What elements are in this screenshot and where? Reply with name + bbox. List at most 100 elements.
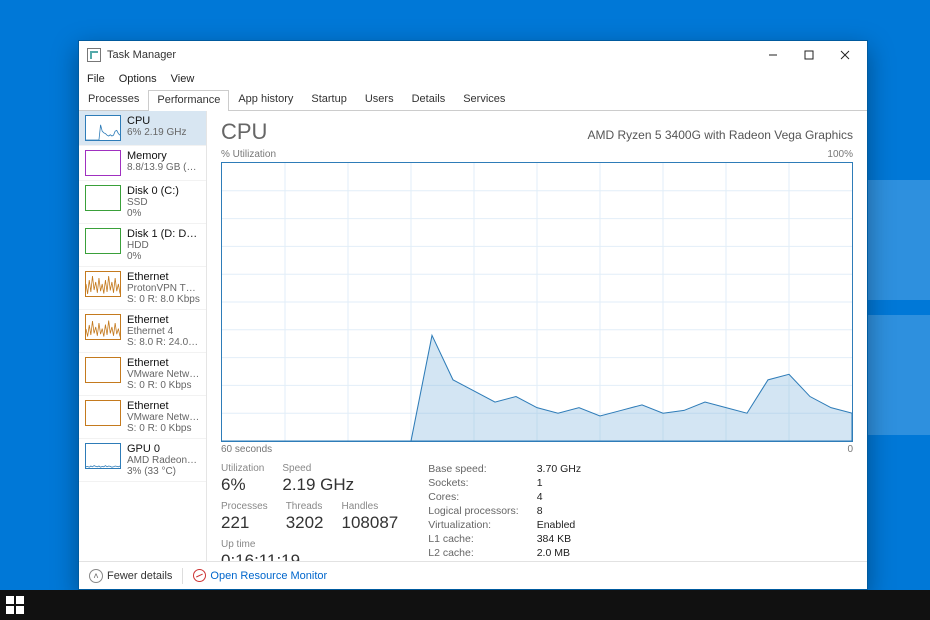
chevron-up-icon: ˄	[89, 569, 103, 583]
info-value: 2.0 MB	[537, 547, 581, 559]
start-button[interactable]	[6, 596, 24, 614]
tab-services[interactable]: Services	[454, 89, 514, 110]
tab-users[interactable]: Users	[356, 89, 403, 110]
info-value: 1	[537, 477, 581, 489]
uptime-label: Up time	[221, 539, 300, 550]
titlebar[interactable]: Task Manager	[79, 41, 867, 69]
x-axis-left: 60 seconds	[221, 444, 272, 455]
tab-app-history[interactable]: App history	[229, 89, 302, 110]
sidebar-item-sub: S: 0 R: 8.0 Kbps	[127, 294, 200, 305]
processes-value: 221	[221, 513, 268, 533]
thumbnail	[85, 228, 121, 254]
sidebar-item-gpu-0[interactable]: GPU 0AMD Radeon(TM) ...3% (33 °C)	[79, 439, 206, 482]
sidebar-item-disk-1-d-d-d-[interactable]: Disk 1 (D: D: D:)HDD0%	[79, 224, 206, 267]
device-name: AMD Ryzen 5 3400G with Radeon Vega Graph…	[588, 128, 853, 142]
open-resource-monitor-link[interactable]: Open Resource Monitor	[193, 569, 327, 582]
sidebar-item-sub: S: 0 R: 0 Kbps	[127, 423, 200, 434]
sidebar-item-sub: HDD	[127, 240, 200, 251]
maximize-button[interactable]	[791, 43, 827, 67]
thumbnail	[85, 271, 121, 297]
close-button[interactable]	[827, 43, 863, 67]
menu-options[interactable]: Options	[119, 73, 157, 85]
menu-file[interactable]: File	[87, 73, 105, 85]
sidebar-item-sub: 6% 2.19 GHz	[127, 127, 186, 138]
info-value: 384 KB	[537, 533, 581, 545]
sidebar[interactable]: CPU6% 2.19 GHzMemory8.8/13.9 GB (63%)Dis…	[79, 111, 207, 561]
tab-processes[interactable]: Processes	[79, 89, 148, 110]
menu-view[interactable]: View	[171, 73, 195, 85]
info-value: 3.70 GHz	[537, 463, 581, 475]
sidebar-item-title: GPU 0	[127, 443, 200, 455]
sidebar-item-sub: AMD Radeon(TM) ...	[127, 455, 200, 466]
main-panel: CPU AMD Ryzen 5 3400G with Radeon Vega G…	[207, 111, 867, 561]
sidebar-item-ethernet[interactable]: EthernetVMware Network ...S: 0 R: 0 Kbps	[79, 353, 206, 396]
window-title: Task Manager	[107, 49, 176, 61]
info-key: Base speed:	[428, 463, 518, 475]
speed-label: Speed	[282, 463, 354, 474]
thumbnail	[85, 115, 121, 141]
sidebar-item-title: Disk 1 (D: D: D:)	[127, 228, 200, 240]
sidebar-item-sub: S: 8.0 R: 24.0 Kbps	[127, 337, 200, 348]
thumbnail	[85, 150, 121, 176]
threads-label: Threads	[286, 501, 324, 512]
sidebar-item-ethernet[interactable]: EthernetProtonVPN TUNS: 0 R: 8.0 Kbps	[79, 267, 206, 310]
info-key: L2 cache:	[428, 547, 518, 559]
utilization-value: 6%	[221, 475, 264, 495]
sidebar-item-title: CPU	[127, 115, 186, 127]
app-icon	[87, 48, 101, 62]
info-key: Cores:	[428, 491, 518, 503]
sidebar-item-ethernet[interactable]: EthernetEthernet 4S: 8.0 R: 24.0 Kbps	[79, 310, 206, 353]
sidebar-item-title: Ethernet	[127, 357, 200, 369]
sidebar-item-sub: 3% (33 °C)	[127, 466, 200, 477]
tab-startup[interactable]: Startup	[302, 89, 355, 110]
speed-value: 2.19 GHz	[282, 475, 354, 495]
sidebar-item-title: Ethernet	[127, 271, 200, 283]
tabs: Processes Performance App history Startu…	[79, 89, 867, 111]
info-value: 4	[537, 491, 581, 503]
sidebar-item-sub: S: 0 R: 0 Kbps	[127, 380, 200, 391]
sidebar-item-ethernet[interactable]: EthernetVMware Network ...S: 0 R: 0 Kbps	[79, 396, 206, 439]
thumbnail	[85, 314, 121, 340]
sidebar-item-sub: ProtonVPN TUN	[127, 283, 200, 294]
thumbnail	[85, 443, 121, 469]
menubar: File Options View	[79, 69, 867, 89]
handles-value: 108087	[342, 513, 399, 533]
sidebar-item-disk-0-c-[interactable]: Disk 0 (C:)SSD0%	[79, 181, 206, 224]
info-key: Sockets:	[428, 477, 518, 489]
cpu-info-list: Base speed: 3.70 GHz Sockets: 1 Cores: 4 Logic…	[428, 463, 581, 561]
info-value: 8	[537, 505, 581, 517]
sidebar-item-sub: VMware Network ...	[127, 369, 200, 380]
thumbnail	[85, 357, 121, 383]
tab-performance[interactable]: Performance	[148, 90, 229, 111]
sidebar-item-title: Memory	[127, 150, 200, 162]
taskbar[interactable]	[0, 590, 930, 620]
sidebar-item-title: Ethernet	[127, 400, 200, 412]
sidebar-item-sub: SSD	[127, 197, 179, 208]
info-key: Virtualization:	[428, 519, 518, 531]
sidebar-item-memory[interactable]: Memory8.8/13.9 GB (63%)	[79, 146, 206, 181]
tab-details[interactable]: Details	[403, 89, 455, 110]
uptime-value: 0:16:11:19	[221, 551, 300, 561]
stats: Utilization6% Speed2.19 GHz Processes221…	[221, 463, 853, 561]
cpu-chart[interactable]	[221, 162, 853, 442]
sidebar-item-title: Disk 0 (C:)	[127, 185, 179, 197]
resource-monitor-icon	[193, 569, 206, 582]
thumbnail	[85, 185, 121, 211]
sidebar-item-sub: VMware Network ...	[127, 412, 200, 423]
info-value: Enabled	[537, 519, 581, 531]
sidebar-item-cpu[interactable]: CPU6% 2.19 GHz	[79, 111, 206, 146]
fewer-details-button[interactable]: ˄ Fewer details	[89, 569, 172, 583]
sidebar-item-sub: Ethernet 4	[127, 326, 200, 337]
divider	[182, 568, 183, 584]
task-manager-window: Task Manager File Options View Processes…	[78, 40, 868, 590]
x-axis-right: 0	[847, 444, 853, 455]
y-axis-label: % Utilization	[221, 149, 276, 160]
footer: ˄ Fewer details Open Resource Monitor	[79, 561, 867, 589]
page-title: CPU	[221, 119, 267, 145]
threads-value: 3202	[286, 513, 324, 533]
sidebar-item-title: Ethernet	[127, 314, 200, 326]
minimize-button[interactable]	[755, 43, 791, 67]
thumbnail	[85, 400, 121, 426]
info-key: Logical processors:	[428, 505, 518, 517]
sidebar-item-sub: 0%	[127, 208, 179, 219]
